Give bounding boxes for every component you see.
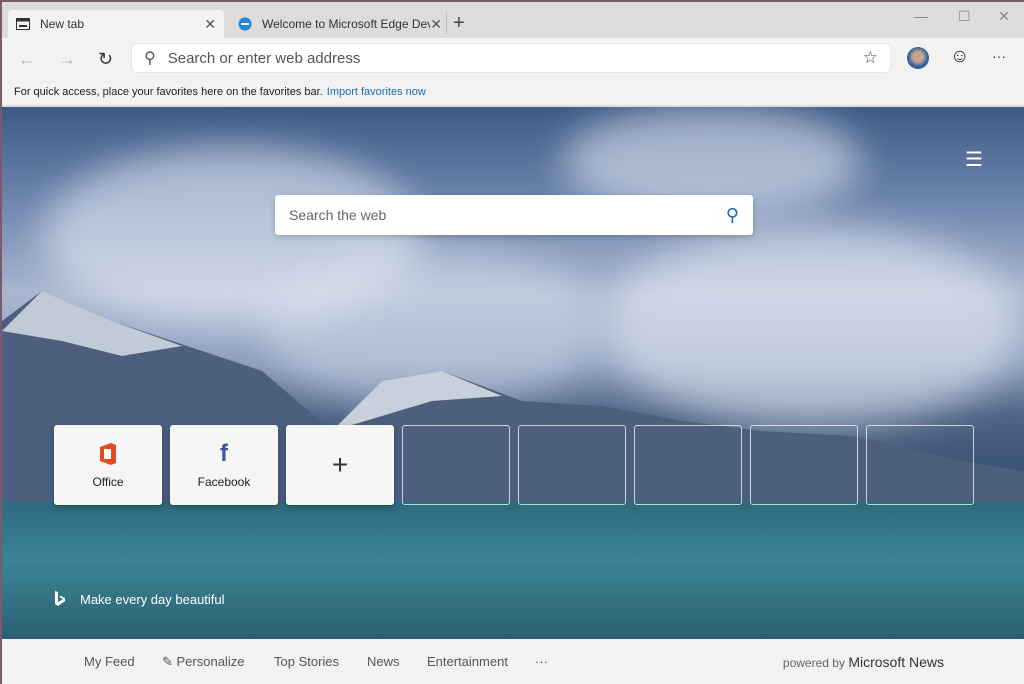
- quick-link-label: Office: [92, 475, 124, 489]
- facebook-icon: f: [220, 440, 228, 467]
- import-favorites-link[interactable]: Import favorites now: [327, 86, 426, 98]
- new-tab-icon: [16, 18, 30, 30]
- close-window-button[interactable]: ✕: [998, 8, 1010, 25]
- bing-image-info[interactable]: Make every day beautiful: [54, 591, 225, 607]
- favorites-message: For quick access, place your favorites h…: [14, 86, 323, 98]
- tab-bar: New tab ✕ Welcome to Microsoft Edge Dev …: [2, 2, 1024, 38]
- empty-quick-link-slot[interactable]: [866, 425, 974, 505]
- address-bar[interactable]: ⚲ Search or enter web address ☆: [132, 44, 890, 72]
- empty-quick-link-slot[interactable]: [634, 425, 742, 505]
- new-tab-button[interactable]: +: [446, 12, 465, 34]
- refresh-button[interactable]: ↻: [98, 49, 113, 70]
- quick-link-office[interactable]: Office: [54, 425, 162, 505]
- pencil-icon: ✎: [162, 653, 177, 669]
- browser-window: New tab ✕ Welcome to Microsoft Edge Dev …: [2, 2, 1024, 684]
- tab-welcome[interactable]: Welcome to Microsoft Edge Dev ✕: [232, 10, 448, 38]
- address-placeholder: Search or enter web address: [167, 49, 361, 67]
- favorites-bar: For quick access, place your favorites h…: [2, 80, 1024, 106]
- minimize-button[interactable]: —: [914, 8, 928, 24]
- web-search-placeholder: Search the web: [289, 207, 387, 223]
- feedback-smiley-icon[interactable]: ☺: [950, 46, 969, 68]
- edge-icon: [238, 17, 252, 31]
- personalize-label: Personalize: [176, 653, 245, 669]
- news-tab-my-feed[interactable]: My Feed: [84, 654, 135, 669]
- news-tab-personalize[interactable]: ✎ Personalize: [162, 654, 244, 670]
- more-options-icon[interactable]: ···: [992, 48, 1006, 64]
- tab-label: New tab: [40, 17, 85, 31]
- tab-label: Welcome to Microsoft Edge Dev: [262, 17, 431, 31]
- search-icon: ⚲: [144, 50, 156, 67]
- close-tab-icon[interactable]: ✕: [430, 16, 442, 33]
- favorite-star-icon[interactable]: ☆: [863, 48, 878, 68]
- close-tab-icon[interactable]: ✕: [204, 16, 216, 33]
- news-tab-top-stories[interactable]: Top Stories: [274, 654, 339, 669]
- background-image: Search the web ⚲ ☰ Office f Facebook + M…: [2, 107, 1024, 641]
- search-icon[interactable]: ⚲: [514, 205, 739, 226]
- bing-logo-icon: [55, 591, 65, 606]
- plus-icon: +: [331, 449, 349, 480]
- powered-by-label: powered by: [782, 655, 845, 670]
- powered-by-microsoft-news[interactable]: powered by Microsoft News: [783, 654, 944, 670]
- back-button[interactable]: ←: [18, 49, 36, 70]
- news-more-icon[interactable]: ···: [535, 654, 548, 669]
- page-settings-menu-icon[interactable]: ☰: [965, 147, 983, 172]
- bing-tagline: Make every day beautiful: [80, 591, 225, 607]
- microsoft-news-brand: Microsoft News: [848, 653, 944, 670]
- maximize-button[interactable]: ☐: [958, 8, 971, 25]
- quick-link-facebook[interactable]: f Facebook: [170, 425, 278, 505]
- empty-quick-link-slot[interactable]: [518, 425, 626, 505]
- web-search-box[interactable]: Search the web ⚲: [275, 195, 753, 235]
- news-tab-entertainment[interactable]: Entertainment: [427, 654, 508, 669]
- empty-quick-link-slot[interactable]: [750, 425, 858, 505]
- add-quick-link-button[interactable]: +: [286, 425, 394, 505]
- toolbar: ← → ↻ ⚲ Search or enter web address ☆ ☺ …: [2, 38, 1024, 80]
- news-tab-news[interactable]: News: [367, 654, 400, 669]
- forward-button[interactable]: →: [58, 49, 76, 70]
- avatar[interactable]: [907, 47, 929, 69]
- news-bar: My Feed ✎ Personalize Top Stories News E…: [2, 639, 1024, 684]
- tab-new-tab[interactable]: New tab ✕: [8, 10, 224, 38]
- quick-link-label: Facebook: [197, 475, 251, 489]
- empty-quick-link-slot[interactable]: [402, 425, 510, 505]
- office-icon: [98, 441, 118, 467]
